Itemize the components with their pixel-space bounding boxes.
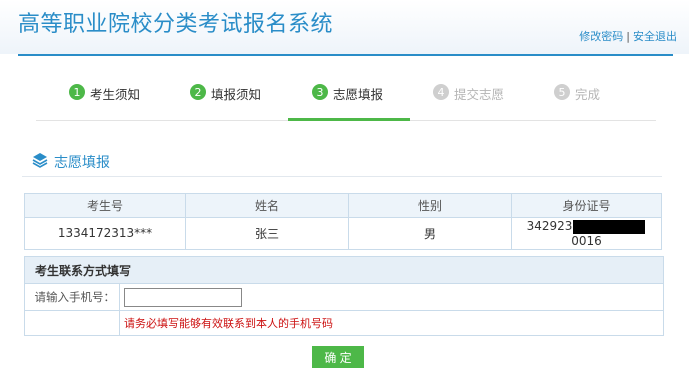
step-number: 4 bbox=[433, 84, 449, 100]
header-exam-no: 考生号 bbox=[24, 193, 186, 218]
logout-link[interactable]: 安全退出 bbox=[633, 30, 677, 43]
step-number: 5 bbox=[554, 84, 570, 100]
phone-value-cell bbox=[120, 284, 663, 310]
progress-steps: 1 考生须知 2 填报须知 3 志愿填报 4 提交志愿 5 完成 bbox=[40, 84, 680, 120]
cell-exam-no: 1334172313*** bbox=[24, 217, 186, 250]
link-separator: | bbox=[626, 30, 630, 43]
active-step-indicator bbox=[288, 118, 410, 121]
layers-icon bbox=[32, 152, 54, 172]
phone-input[interactable] bbox=[124, 287, 242, 307]
student-info-table: 考生号 姓名 性别 身份证号 1334172313*** 张三 男 342923… bbox=[24, 193, 662, 250]
step-5: 5 完成 bbox=[554, 84, 600, 120]
cell-id-no: 3429230016 bbox=[511, 217, 662, 250]
contact-form-heading: 考生联系方式填写 bbox=[25, 257, 663, 284]
section-divider bbox=[22, 176, 662, 177]
table-row: 1334172313*** 张三 男 3429230016 bbox=[24, 217, 662, 250]
header-id-no: 身份证号 bbox=[511, 193, 662, 218]
step-4: 4 提交志愿 bbox=[433, 84, 504, 120]
section-title: 志愿填报 bbox=[32, 152, 110, 172]
phone-label-cell: 请输入手机号： bbox=[25, 284, 120, 310]
confirm-button[interactable]: 确 定 bbox=[312, 346, 364, 368]
phone-row: 请输入手机号： bbox=[25, 284, 663, 311]
cell-gender: 男 bbox=[348, 217, 512, 250]
top-links: 修改密码 | 安全退出 bbox=[579, 28, 677, 44]
page-header: 高等职业院校分类考试报名系统 修改密码 | 安全退出 bbox=[0, 0, 689, 54]
site-title: 高等职业院校分类考试报名系统 bbox=[18, 12, 334, 37]
step-1: 1 考生须知 bbox=[69, 84, 140, 120]
phone-label: 请输入手机号： bbox=[34, 290, 116, 304]
step-label: 填报须知 bbox=[211, 87, 262, 102]
step-label: 志愿填报 bbox=[333, 87, 384, 102]
id-suffix: 0016 bbox=[571, 233, 602, 248]
contact-form: 考生联系方式填写 请输入手机号： 请务必填写能够有效联系到本人的手机号码 bbox=[24, 256, 664, 336]
phone-note: 请务必填写能够有效联系到本人的手机号码 bbox=[124, 317, 333, 330]
section-title-text: 志愿填报 bbox=[54, 155, 110, 171]
table-header-row: 考生号 姓名 性别 身份证号 bbox=[24, 193, 662, 218]
step-number: 1 bbox=[69, 84, 85, 100]
redaction-block bbox=[573, 219, 646, 234]
header-gender: 性别 bbox=[348, 193, 512, 218]
step-number: 2 bbox=[190, 84, 206, 100]
header-divider bbox=[18, 54, 673, 56]
step-2: 2 填报须知 bbox=[190, 84, 261, 120]
cell-name: 张三 bbox=[185, 217, 349, 250]
change-password-link[interactable]: 修改密码 bbox=[579, 30, 623, 43]
note-label-cell bbox=[25, 311, 120, 335]
step-label: 提交志愿 bbox=[454, 87, 505, 102]
note-value-cell: 请务必填写能够有效联系到本人的手机号码 bbox=[120, 311, 663, 335]
note-row: 请务必填写能够有效联系到本人的手机号码 bbox=[25, 311, 663, 335]
step-label: 完成 bbox=[575, 87, 601, 102]
step-label: 考生须知 bbox=[90, 87, 141, 102]
id-prefix: 342923 bbox=[526, 219, 573, 233]
step-number: 3 bbox=[312, 84, 328, 100]
step-3: 3 志愿填报 bbox=[312, 84, 383, 120]
header-name: 姓名 bbox=[185, 193, 349, 218]
